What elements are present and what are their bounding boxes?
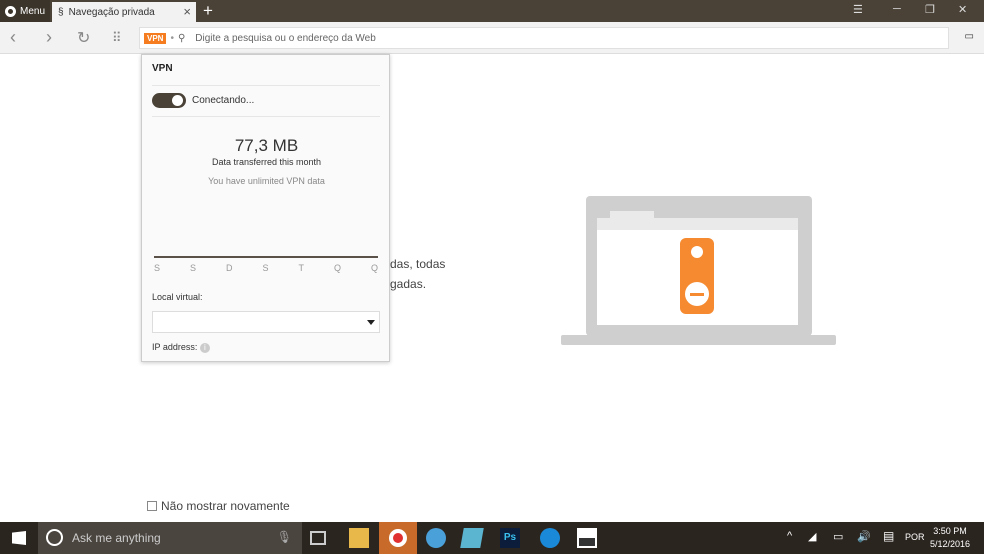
vpn-badge[interactable]: VPN	[144, 32, 167, 44]
show-hidden-icons[interactable]: ^	[787, 530, 792, 542]
minimize-button[interactable]: ─	[893, 3, 901, 15]
usage-chart-days: S S D S T Q Q	[154, 263, 378, 273]
data-note: You have unlimited VPN data	[208, 176, 325, 186]
day-label: Q	[370, 263, 378, 273]
maximize-button[interactable]: ❐	[925, 3, 935, 16]
vpn-toggle[interactable]	[152, 93, 186, 108]
day-label: S	[154, 263, 161, 273]
menu-label: Menu	[20, 5, 46, 17]
file-explorer-icon[interactable]	[349, 528, 369, 548]
address-input[interactable]: Digite a pesquisa ou o endereço da Web	[195, 33, 376, 44]
search-placeholder: Ask me anything	[72, 531, 161, 545]
location-select[interactable]	[152, 311, 380, 333]
day-label: S	[262, 263, 269, 273]
dont-show-label: Não mostrar novamente	[161, 499, 290, 513]
tab-title: Navegação privada	[68, 6, 155, 18]
vpn-title: VPN	[152, 63, 173, 74]
cortana-icon	[46, 529, 63, 546]
day-label: S	[190, 263, 197, 273]
do-not-disturb-icon	[680, 238, 714, 314]
battery-saver-icon[interactable]: ▭	[965, 31, 974, 42]
back-button[interactable]: ‹	[10, 27, 16, 48]
cortana-search[interactable]: Ask me anything 🎙	[38, 522, 302, 554]
intro-text-line2: gadas.	[390, 277, 427, 291]
battery-icon[interactable]: ▭	[833, 530, 843, 543]
opera-taskbar-button[interactable]	[379, 522, 417, 554]
forward-button[interactable]: ›	[46, 27, 52, 48]
new-tab-button[interactable]: +	[203, 1, 213, 21]
address-bar[interactable]: VPN • ⚲ Digite a pesquisa ou o endereço …	[139, 27, 949, 49]
volume-icon[interactable]: 🔊	[857, 530, 871, 543]
info-icon[interactable]: i	[199, 343, 210, 353]
day-label: Q	[333, 263, 341, 273]
search-icon: ⚲	[177, 32, 186, 44]
mic-icon[interactable]: 🎙	[277, 530, 292, 544]
speed-dial-icon[interactable]: ⠿	[112, 30, 122, 46]
private-icon: §	[58, 6, 64, 18]
intro-text-line1: das, todas	[390, 257, 446, 271]
ip-row: IP address: i	[152, 342, 210, 353]
language-indicator[interactable]: POR	[905, 532, 925, 542]
task-view-icon[interactable]	[310, 531, 326, 545]
location-label: Local virtual:	[152, 292, 203, 302]
action-center-icon[interactable]: ▤	[883, 529, 894, 543]
data-amount: 77,3 MB	[234, 136, 299, 155]
clock[interactable]: 3:50 PM 5/12/2016	[930, 525, 970, 551]
photoshop-icon[interactable]: Ps	[500, 528, 520, 548]
opera-logo-icon	[5, 5, 16, 17]
close-tab-icon[interactable]: ×	[183, 4, 191, 19]
checkbox-icon[interactable]	[147, 501, 157, 511]
time: 3:50 PM	[933, 526, 967, 536]
start-button[interactable]	[12, 531, 26, 545]
taskbar: Ask me anything 🎙 Ps ^ ◢ ▭ 🔊 ▤ POR 3:50 …	[0, 522, 984, 554]
opera-menu-button[interactable]: Menu	[0, 0, 50, 22]
tab-private[interactable]: § Navegação privada ×	[52, 2, 196, 22]
usage-chart-axis	[154, 256, 378, 258]
network-icon[interactable]: ◢	[808, 530, 816, 543]
tab-bar: Menu § Navegação privada × + ☰ ─ ❐ ✕	[0, 0, 984, 22]
day-label: D	[226, 263, 233, 273]
vpn-popup: VPN Conectando... 77,3 MB Data transferr…	[141, 54, 390, 362]
close-window-button[interactable]: ✕	[958, 3, 967, 16]
tab-menu-icon[interactable]: ☰	[853, 3, 863, 16]
app-icon[interactable]	[460, 528, 484, 548]
vpn-status: Conectando...	[192, 95, 255, 106]
data-caption: Data transferred this month	[211, 157, 322, 167]
dont-show-checkbox[interactable]: Não mostrar novamente	[147, 499, 290, 513]
photos-icon[interactable]	[577, 528, 597, 548]
day-label: T	[298, 263, 304, 273]
browser-app-icon[interactable]	[426, 528, 446, 548]
date: 5/12/2016	[930, 539, 971, 549]
reload-button[interactable]: ↻	[77, 28, 90, 48]
ip-label: IP address:	[152, 342, 198, 352]
app-circle-icon[interactable]	[540, 528, 560, 548]
